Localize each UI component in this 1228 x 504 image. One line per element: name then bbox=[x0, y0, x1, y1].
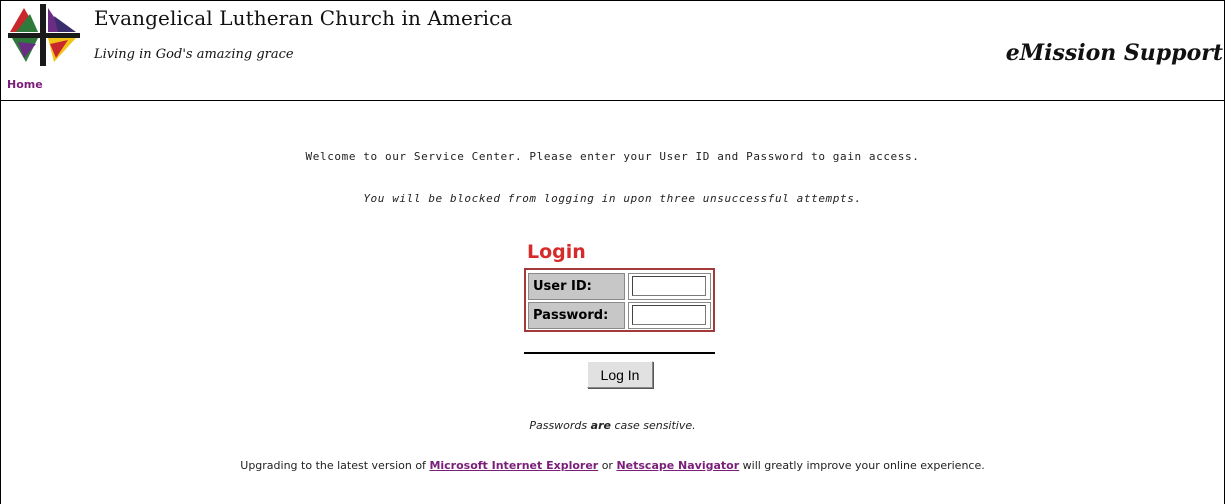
login-button-label: Log In bbox=[600, 366, 640, 383]
site-header: Evangelical Lutheran Church in America L… bbox=[0, 0, 1225, 72]
case-note-emphasis: are bbox=[590, 419, 611, 432]
login-title: Login bbox=[527, 241, 586, 263]
upgrade-middle: or bbox=[598, 459, 617, 472]
app-title: eMission Support bbox=[1005, 40, 1223, 66]
netscape-link[interactable]: Netscape Navigator bbox=[616, 459, 739, 472]
tagline: Living in God's amazing grace bbox=[94, 47, 294, 62]
home-link[interactable]: Home bbox=[7, 78, 43, 91]
login-form: User ID: Password: bbox=[524, 268, 715, 332]
user-id-label: User ID: bbox=[528, 273, 625, 300]
elca-cross-logo-icon bbox=[8, 4, 80, 66]
browser-upgrade-note: Upgrading to the latest version of Micro… bbox=[0, 459, 1225, 472]
password-label: Password: bbox=[528, 302, 625, 329]
login-button[interactable]: Log In bbox=[587, 361, 653, 388]
nav-bar: Home bbox=[0, 76, 1225, 101]
upgrade-prefix: Upgrading to the latest version of bbox=[240, 459, 430, 472]
ie-link[interactable]: Microsoft Internet Explorer bbox=[429, 459, 598, 472]
welcome-message: Welcome to our Service Center. Please en… bbox=[305, 150, 920, 163]
password-input[interactable] bbox=[632, 305, 706, 325]
case-note-suffix: case sensitive. bbox=[610, 419, 696, 432]
case-note-prefix: Passwords bbox=[529, 419, 591, 432]
form-divider bbox=[524, 352, 715, 354]
lockout-warning: You will be blocked from logging in upon… bbox=[363, 192, 862, 205]
org-name: Evangelical Lutheran Church in America bbox=[94, 6, 513, 30]
upgrade-suffix: will greatly improve your online experie… bbox=[739, 459, 985, 472]
user-id-input[interactable] bbox=[632, 276, 706, 296]
password-cell bbox=[628, 302, 711, 329]
case-sensitive-note: Passwords are case sensitive. bbox=[0, 419, 1225, 432]
user-id-cell bbox=[628, 273, 711, 300]
